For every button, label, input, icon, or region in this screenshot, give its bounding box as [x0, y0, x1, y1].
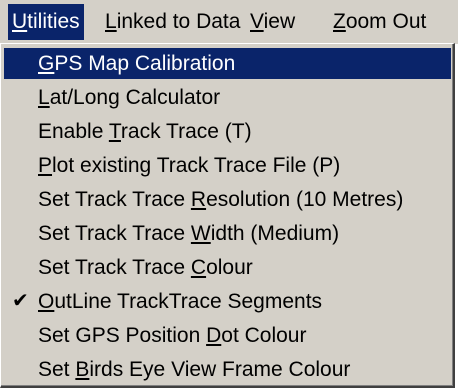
menu-utilities-mnemonic: U	[12, 10, 28, 33]
utilities-dropdown-menu: GPS Map Calibration Lat/Long Calculator …	[0, 43, 455, 388]
menu-item-plot-track-trace-file[interactable]: Plot existing Track Trace File (P)	[4, 150, 451, 181]
menu-item-label: Set Birds Eye View Frame Colour	[38, 358, 351, 381]
menu-item-lat-long-calculator[interactable]: Lat/Long Calculator	[4, 82, 451, 113]
menu-linked-label-rest: inked to Data	[116, 10, 241, 33]
menu-item-enable-track-trace[interactable]: Enable Track Trace (T)	[4, 116, 451, 147]
menu-item-birds-eye-view-frame-colour[interactable]: Set Birds Eye View Frame Colour	[4, 354, 451, 385]
menu-item-gps-position-dot-colour[interactable]: Set GPS Position Dot Colour	[4, 320, 451, 351]
menu-item-outline-tracktrace-segments[interactable]: ✔ OutLine TrackTrace Segments	[4, 286, 451, 317]
menu-view[interactable]: View	[246, 4, 299, 40]
menu-item-label: Set Track Trace Colour	[38, 256, 253, 279]
menu-linked-mnemonic: L	[105, 10, 117, 33]
menu-zoom-mnemonic: Z	[333, 10, 346, 33]
menu-item-label: OutLine TrackTrace Segments	[38, 290, 323, 313]
checkmark-icon: ✔	[12, 290, 29, 312]
menu-zoom-out[interactable]: Zoom Out	[329, 4, 430, 40]
menu-utilities-label-rest: tilities	[27, 10, 80, 33]
menu-item-track-trace-colour[interactable]: Set Track Trace Colour	[4, 252, 451, 283]
menu-view-mnemonic: V	[250, 10, 264, 33]
menu-utilities[interactable]: Utilities	[8, 4, 84, 40]
menu-item-label: Lat/Long Calculator	[38, 86, 221, 109]
menu-item-label: Plot existing Track Trace File (P)	[38, 154, 341, 177]
menu-item-label: Enable Track Trace (T)	[38, 120, 252, 143]
menu-item-track-trace-width[interactable]: Set Track Trace Width (Medium)	[4, 218, 451, 249]
menu-view-label-rest: iew	[263, 10, 296, 33]
menu-item-label: GPS Map Calibration	[38, 52, 236, 75]
menu-bar: Utilities Linked to Data View Zoom Out	[0, 0, 458, 44]
menu-item-track-trace-resolution[interactable]: Set Track Trace Resolution (10 Metres)	[4, 184, 451, 215]
menu-item-gps-map-calibration[interactable]: GPS Map Calibration	[4, 48, 451, 79]
menu-item-label: Set GPS Position Dot Colour	[38, 324, 307, 347]
menu-item-label: Set Track Trace Width (Medium)	[38, 222, 340, 245]
menu-zoom-label-rest: oom Out	[345, 10, 427, 33]
menu-linked-to-data[interactable]: Linked to Data	[101, 4, 244, 40]
menu-item-label: Set Track Trace Resolution (10 Metres)	[38, 188, 404, 211]
